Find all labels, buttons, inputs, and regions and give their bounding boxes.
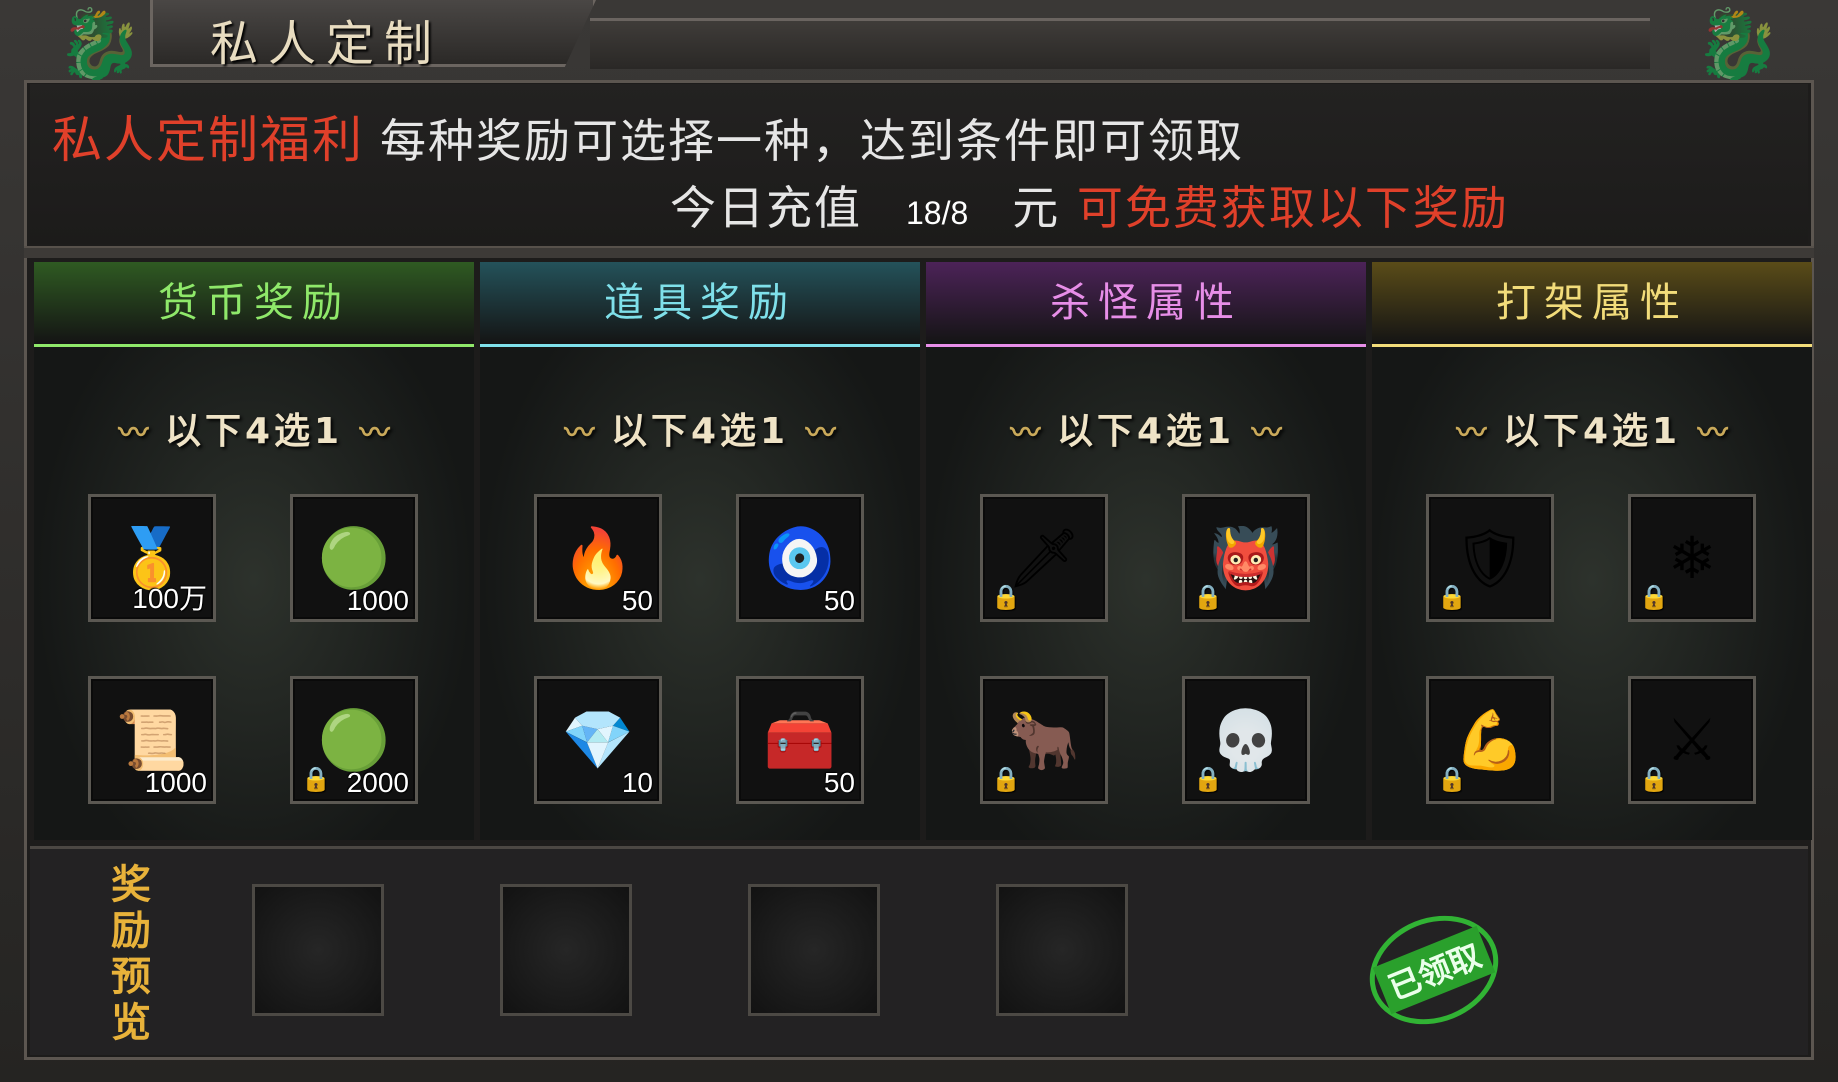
item-qty: 100万: [132, 583, 207, 614]
reward-slot[interactable]: 💪 🔒: [1426, 676, 1554, 804]
reward-slot[interactable]: 🟢 1000: [290, 494, 418, 622]
reward-slot[interactable]: 👹 🔒: [1182, 494, 1310, 622]
welfare-title: 私人定制福利: [52, 111, 364, 169]
lock-icon: 🔒: [991, 583, 1021, 611]
reward-slot[interactable]: 🧰 50: [736, 676, 864, 804]
reward-column-pvp-attr: 打架属性 〰 以下4选1 〰 🛡 🔒 ❄ 🔒 💪 🔒 ⚔ 🔒: [1372, 262, 1812, 840]
reward-note: 可免费获取以下奖励: [1076, 181, 1509, 235]
welfare-description: 每种奖励可选择一种，达到条件即可领取: [380, 114, 1244, 168]
dragon-ornament-left-icon: 🐉: [56, 4, 144, 86]
recharge-value: 18/8: [906, 195, 969, 231]
recharge-line: 今日充值 18/8 元 可免费获取以下奖励: [670, 172, 1509, 238]
top-strip: [590, 18, 1650, 69]
reward-slot[interactable]: ❄ 🔒: [1628, 494, 1756, 622]
item-qty: 10: [621, 767, 653, 798]
lock-icon: 🔒: [1639, 583, 1669, 611]
item-qty: 1000: [144, 767, 207, 798]
column-header: 杀怪属性: [926, 262, 1366, 347]
lock-icon: 🔒: [1193, 765, 1223, 793]
item-qty: 50: [621, 585, 653, 616]
lock-icon: 🔒: [991, 765, 1021, 793]
reward-slot[interactable]: 🥇 100万: [88, 494, 216, 622]
reward-column-monster-attr: 杀怪属性 〰 以下4选1 〰 🗡 🔒 👹 🔒 🐂 🔒 💀 🔒: [926, 262, 1366, 840]
dragon-ornament-right-icon: 🐉: [1694, 4, 1782, 86]
lock-icon: 🔒: [1639, 765, 1669, 793]
preview-slot[interactable]: [500, 884, 632, 1016]
item-qty: 50: [823, 585, 855, 616]
lock-icon: 🔒: [1437, 583, 1467, 611]
column-header: 货币奖励: [34, 262, 474, 347]
recharge-label: 今日充值: [670, 181, 862, 235]
preview-slot[interactable]: [252, 884, 384, 1016]
reward-slot[interactable]: 📜 1000: [88, 676, 216, 804]
item-qty: 1000: [346, 585, 409, 616]
reward-slot[interactable]: 🔥 50: [534, 494, 662, 622]
ornament-left-icon: 〰: [118, 416, 149, 451]
reward-slot[interactable]: 🐂 🔒: [980, 676, 1108, 804]
pick-label: 〰 以下4选1 〰: [564, 411, 836, 452]
preview-slot[interactable]: [996, 884, 1128, 1016]
lock-icon: 🔒: [1193, 583, 1223, 611]
currency-unit: 元: [1012, 181, 1061, 235]
reward-slot[interactable]: 🛡 🔒: [1426, 494, 1554, 622]
pick-label: 〰 以下4选1 〰: [1010, 411, 1282, 452]
column-header: 打架属性: [1372, 262, 1812, 347]
ornament-left-icon: 〰: [564, 416, 595, 451]
column-header: 道具奖励: [480, 262, 920, 347]
reward-slot[interactable]: 🗡 🔒: [980, 494, 1108, 622]
ornament-left-icon: 〰: [1010, 416, 1041, 451]
pick-label: 〰 以下4选1 〰: [1456, 411, 1728, 452]
reward-slot[interactable]: 🟢 🔒 2000: [290, 676, 418, 804]
claimed-stamp-text: 已领取: [1372, 925, 1496, 1015]
lock-icon: 🔒: [301, 765, 331, 793]
ornament-left-icon: 〰: [1456, 416, 1487, 451]
divider: [24, 246, 1814, 258]
reward-column-currency: 货币奖励 〰 以下4选1 〰 🥇 100万 🟢 1000 📜 1000 🟢 🔒 2000: [34, 262, 474, 840]
preview-label: 奖励预览: [111, 861, 151, 1046]
welfare-header: 私人定制福利 每种奖励可选择一种，达到条件即可领取: [52, 100, 1244, 172]
reward-slot[interactable]: 💀 🔒: [1182, 676, 1310, 804]
reward-column-items: 道具奖励 〰 以下4选1 〰 🔥 50 🧿 50 💎 10 🧰 50: [480, 262, 920, 840]
ornament-right-icon: 〰: [1251, 416, 1282, 451]
lock-icon: 🔒: [1437, 765, 1467, 793]
window-title: 私人定制: [210, 16, 443, 72]
ornament-right-icon: 〰: [805, 416, 836, 451]
item-qty: 2000: [346, 767, 409, 798]
preview-slot[interactable]: [748, 884, 880, 1016]
pick-label: 〰 以下4选1 〰: [118, 411, 390, 452]
reward-slot[interactable]: 💎 10: [534, 676, 662, 804]
reward-slot[interactable]: 🧿 50: [736, 494, 864, 622]
ornament-right-icon: 〰: [1697, 416, 1728, 451]
item-qty: 50: [823, 767, 855, 798]
ornament-right-icon: 〰: [359, 416, 390, 451]
reward-slot[interactable]: ⚔ 🔒: [1628, 676, 1756, 804]
